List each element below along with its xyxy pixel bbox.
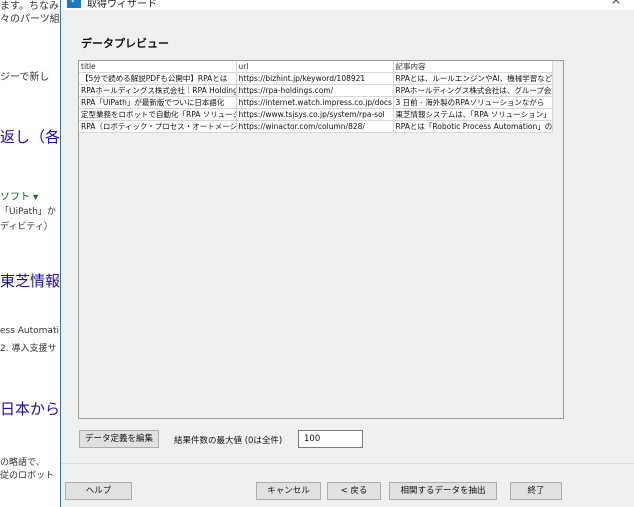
table-row[interactable]: RPA「UiPath」が最新版でついに日本語化 https://internet.…: [79, 96, 553, 109]
dialog-title: 取得ウィザード: [87, 0, 157, 10]
help-button[interactable]: ヘルプ: [65, 482, 132, 500]
column-header-content[interactable]: 記事内容: [393, 61, 553, 73]
background-text-line: ディビティ）: [0, 222, 53, 232]
column-header-title[interactable]: title: [79, 61, 237, 73]
column-header-url[interactable]: url: [236, 61, 394, 73]
table-cell[interactable]: 定型業務をロボットで自動化「RPA ソリューション」: [79, 108, 237, 121]
background-text-line: 返し（各: [0, 128, 60, 146]
table-row[interactable]: 定型業務をロボットで自動化「RPA ソリューション」https://www.ts…: [79, 108, 553, 121]
table-cell[interactable]: https://winactor.com/column/828/: [236, 120, 394, 133]
table-cell[interactable]: RPA「UiPath」が最新版でついに日本語化: [79, 96, 237, 109]
cancel-button[interactable]: キャンセル: [256, 482, 321, 500]
table-cell[interactable]: 東芝情報システムは、「RPA ソリューション」: [393, 108, 553, 121]
table-cell[interactable]: https://www.tsjsys.co.jp/system/rpa-sol: [236, 108, 394, 121]
footer-divider: [61, 463, 634, 464]
table-cell[interactable]: RPA（ロボティック・プロセス・オートメーション）: [79, 120, 237, 133]
background-text-line: ソフト ▾: [0, 192, 39, 203]
background-text-line: ジーで新し: [0, 72, 50, 83]
background-text-line: 2. 導入支援サ: [0, 344, 57, 354]
background-text-line: 日本から導: [0, 400, 60, 418]
table-cell[interactable]: 3 日前 - 海外製のRPAソリューションながら: [393, 96, 553, 109]
back-button[interactable]: < 戻る: [327, 482, 381, 500]
table-cell[interactable]: RPAホールディングス株式会社は、グループ会社: [393, 84, 553, 97]
background-text-line: の略語で、: [0, 458, 45, 468]
background-text-line: 東芝情報シ: [0, 272, 60, 290]
background-text-line: 々のパーツ組: [0, 14, 60, 25]
table-cell[interactable]: RPAとは、ルールエンジンやAI、機械学習などの: [393, 72, 553, 85]
preview-heading: データプレビュー: [81, 37, 169, 50]
table-cell[interactable]: https://rpa-holdings.com/: [236, 84, 394, 97]
finish-button[interactable]: 終了: [510, 482, 562, 500]
close-icon[interactable]: ×: [611, 0, 621, 7]
background-text-line: 「UiPath」か: [0, 207, 56, 217]
app-icon: ✓: [67, 0, 81, 8]
data-preview-grid[interactable]: title url 記事内容 【5分で読める解説PDFも公開中】RPAとは htt…: [78, 60, 564, 419]
data-table: title url 記事内容 【5分で読める解説PDFも公開中】RPAとは htt…: [79, 61, 553, 133]
max-results-input[interactable]: 100: [298, 430, 363, 448]
background-text-line: 従のロボット: [0, 471, 55, 481]
table-cell[interactable]: https://bizhint.jp/keyword/108921: [236, 72, 394, 85]
extract-related-data-button[interactable]: 相関するデータを抽出: [389, 482, 497, 500]
table-cell[interactable]: 【5分で読める解説PDFも公開中】RPAとは: [79, 72, 237, 85]
max-results-label: 結果件数の最大値 (0は全件): [174, 436, 283, 446]
wizard-dialog: ✓ 取得ウィザード × データプレビュー title url 記事内容 【5分で…: [60, 0, 634, 507]
table-row[interactable]: RPA（ロボティック・プロセス・オートメーション）https://winacto…: [79, 120, 553, 133]
edit-data-definition-button[interactable]: データ定義を編集: [79, 430, 159, 448]
table-cell[interactable]: RPAとは「Robotic Process Automation」の略語: [393, 120, 553, 133]
table-row[interactable]: RPAホールディングス株式会社｜RPA Holdings https://rpa-…: [79, 84, 553, 97]
header-row: title url 記事内容: [79, 61, 553, 73]
background-text-line: ess Automati: [0, 326, 59, 336]
title-bar: ✓ 取得ウィザード ×: [61, 0, 634, 10]
background-page: ます。ちなみに々のパーツ組ジーで新し返し（各ソフト ▾「UiPath」かディビテ…: [0, 0, 60, 507]
table-row[interactable]: 【5分で読める解説PDFも公開中】RPAとは https://bizhint.jp…: [79, 72, 553, 85]
table-cell[interactable]: https://internet.watch.impress.co.jp/doc…: [236, 96, 394, 109]
table-cell[interactable]: RPAホールディングス株式会社｜RPA Holdings: [79, 84, 237, 97]
